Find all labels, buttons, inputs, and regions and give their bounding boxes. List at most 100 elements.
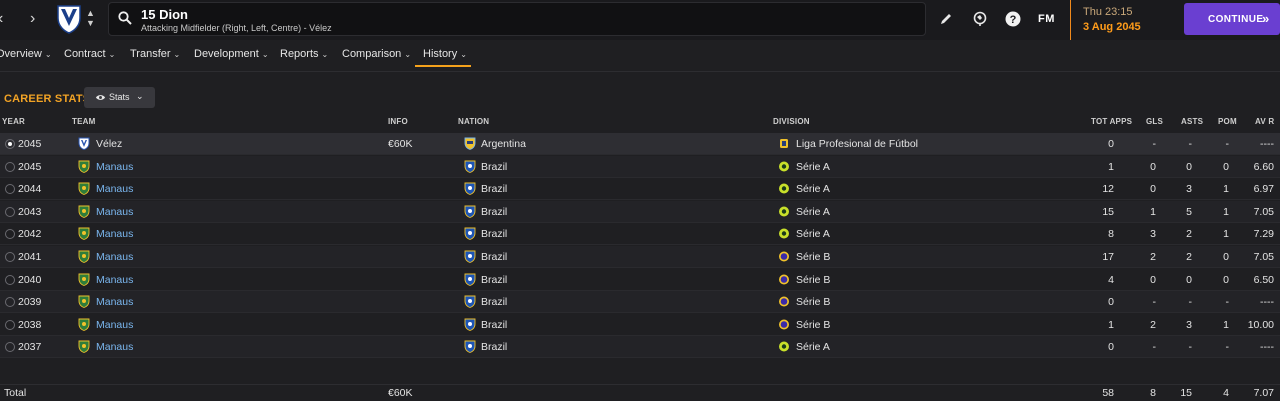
- row-asts: -: [1188, 341, 1193, 354]
- row-select-radio[interactable]: [5, 319, 15, 330]
- col-asts[interactable]: ASTS: [1181, 117, 1203, 126]
- active-tab-indicator: [415, 65, 471, 67]
- row-nation[interactable]: Brazil: [481, 206, 507, 218]
- col-team[interactable]: TEAM: [72, 117, 95, 126]
- chevron-down-icon: ⌄: [404, 50, 412, 59]
- continue-button[interactable]: CONTINUE »: [1184, 3, 1280, 35]
- row-select-radio[interactable]: [5, 342, 15, 353]
- nation-flag-icon: [464, 160, 476, 173]
- row-select-radio[interactable]: [5, 252, 15, 262]
- col-info[interactable]: INFO: [388, 117, 408, 126]
- row-nation[interactable]: Brazil: [481, 296, 507, 308]
- table-row[interactable]: 2041 Manaus Brazil Série B 17 2 2 0 7.05: [0, 246, 1280, 268]
- col-division[interactable]: DIVISION: [773, 117, 810, 126]
- row-team[interactable]: Manaus: [96, 206, 133, 218]
- row-select-radio[interactable]: [5, 229, 15, 240]
- row-select-radio[interactable]: [5, 206, 15, 217]
- col-pom[interactable]: POM: [1218, 117, 1237, 126]
- table-row[interactable]: 2044 Manaus Brazil Série A 12 0 3 1 6.97: [0, 178, 1280, 201]
- row-team[interactable]: Manaus: [96, 296, 133, 308]
- row-tot-apps: 12: [1102, 183, 1114, 196]
- row-select-radio[interactable]: [5, 161, 15, 172]
- team-crest-icon: [78, 318, 90, 331]
- row-team[interactable]: Manaus: [96, 274, 133, 286]
- tab-development[interactable]: Development ⌄: [194, 48, 269, 60]
- row-team[interactable]: Manaus: [96, 228, 133, 240]
- row-division[interactable]: Série B: [796, 296, 830, 308]
- table-row[interactable]: 2038 Manaus Brazil Série B 1 2 3 1 10.00: [0, 314, 1280, 336]
- tab-overview[interactable]: Overview ⌄: [0, 48, 52, 60]
- division-logo-icon: [778, 318, 790, 331]
- row-nation[interactable]: Brazil: [481, 183, 507, 195]
- tab-history[interactable]: History ⌄: [423, 48, 467, 60]
- row-tot-apps: 1: [1108, 318, 1114, 331]
- tab-comparison[interactable]: Comparison ⌄: [342, 48, 411, 60]
- chevron-down-icon: ⌄: [460, 50, 467, 59]
- tab-reports[interactable]: Reports ⌄: [280, 48, 328, 60]
- row-team[interactable]: Manaus: [96, 341, 133, 353]
- row-team[interactable]: Manaus: [96, 319, 133, 331]
- col-av-r[interactable]: AV R: [1255, 117, 1274, 126]
- row-division[interactable]: Série A: [796, 341, 830, 353]
- row-av-r: 10.00: [1247, 318, 1274, 331]
- table-row[interactable]: 2039 Manaus Brazil Série B 0- - - ----: [0, 291, 1280, 314]
- nation-flag-icon: [464, 137, 476, 150]
- chevron-down-icon: ⌄: [108, 50, 116, 59]
- row-nation[interactable]: Brazil: [481, 251, 507, 263]
- nation-flag-icon: [464, 205, 476, 218]
- svg-text:?: ?: [1010, 14, 1017, 26]
- row-team[interactable]: Manaus: [96, 161, 133, 173]
- tab-transfer[interactable]: Transfer ⌄: [130, 48, 180, 60]
- row-select-radio[interactable]: [5, 297, 15, 308]
- row-division[interactable]: Série A: [796, 183, 830, 195]
- edit-icon[interactable]: [938, 11, 954, 27]
- tab-contract[interactable]: Contract ⌄: [64, 48, 115, 60]
- forward-icon[interactable]: ›: [30, 10, 35, 28]
- row-division[interactable]: Série B: [796, 251, 830, 263]
- col-nation[interactable]: NATION: [458, 117, 489, 126]
- search-icon[interactable]: [118, 11, 132, 25]
- row-division[interactable]: Série B: [796, 319, 830, 331]
- row-tot-apps: 8: [1108, 228, 1114, 241]
- row-division[interactable]: Série A: [796, 228, 830, 240]
- row-nation[interactable]: Argentina: [481, 138, 526, 150]
- row-division[interactable]: Série B: [796, 274, 830, 286]
- row-nation[interactable]: Brazil: [481, 161, 507, 173]
- row-nation[interactable]: Brazil: [481, 274, 507, 286]
- help-icon[interactable]: ?: [1005, 11, 1021, 27]
- fm-logo[interactable]: FM: [1038, 13, 1055, 25]
- col-year[interactable]: YEAR: [2, 117, 25, 126]
- row-nation[interactable]: Brazil: [481, 341, 507, 353]
- player-search-box[interactable]: 15 Dion Attacking Midfielder (Right, Lef…: [108, 2, 926, 36]
- table-row[interactable]: 2045 Vélez €60K Argentina Liga Profesional d…: [0, 133, 1280, 155]
- row-gls: 3: [1150, 228, 1156, 241]
- back-icon[interactable]: ‹: [0, 10, 3, 28]
- row-av-r: ----: [1260, 138, 1274, 150]
- table-row[interactable]: 2037 Manaus Brazil Série A 0- - - ----: [0, 336, 1280, 359]
- globe-icon[interactable]: [972, 11, 988, 27]
- col-gls[interactable]: GLS: [1146, 117, 1163, 126]
- continue-label: CONTINUE: [1208, 14, 1264, 25]
- row-division[interactable]: Série A: [796, 206, 830, 218]
- table-row[interactable]: 2043 Manaus Brazil Série A 15 1 5 1 7.05: [0, 200, 1280, 223]
- row-select-radio[interactable]: [5, 274, 15, 285]
- row-division[interactable]: Série A: [796, 161, 830, 173]
- row-team[interactable]: Manaus: [96, 183, 133, 195]
- row-team[interactable]: Manaus: [96, 251, 133, 263]
- row-division[interactable]: Liga Profesional de Fútbol: [796, 138, 918, 150]
- game-date[interactable]: Thu 23:15 3 Aug 2045: [1070, 0, 1174, 40]
- row-year: 2044: [18, 183, 42, 196]
- row-select-radio[interactable]: [5, 139, 15, 149]
- player-switcher-icon[interactable]: ▲ ▼: [86, 8, 95, 28]
- row-nation[interactable]: Brazil: [481, 319, 507, 331]
- row-pom: 0: [1223, 160, 1229, 173]
- row-select-radio[interactable]: [5, 184, 15, 195]
- table-row[interactable]: 2045 Manaus Brazil Série A 1 0 0 0 6.60: [0, 155, 1280, 178]
- table-row[interactable]: 2040 Manaus Brazil Série B 4 0 0 0 6.50: [0, 269, 1280, 291]
- division-logo-icon: [778, 182, 790, 195]
- col-tot-apps[interactable]: TOT APPS: [1091, 117, 1132, 126]
- table-row[interactable]: 2042 Manaus Brazil Série A 8 3 2 1 7.29: [0, 223, 1280, 246]
- stats-view-button[interactable]: Stats ⌄: [84, 87, 155, 108]
- row-gls: 0: [1150, 273, 1156, 286]
- row-nation[interactable]: Brazil: [481, 228, 507, 240]
